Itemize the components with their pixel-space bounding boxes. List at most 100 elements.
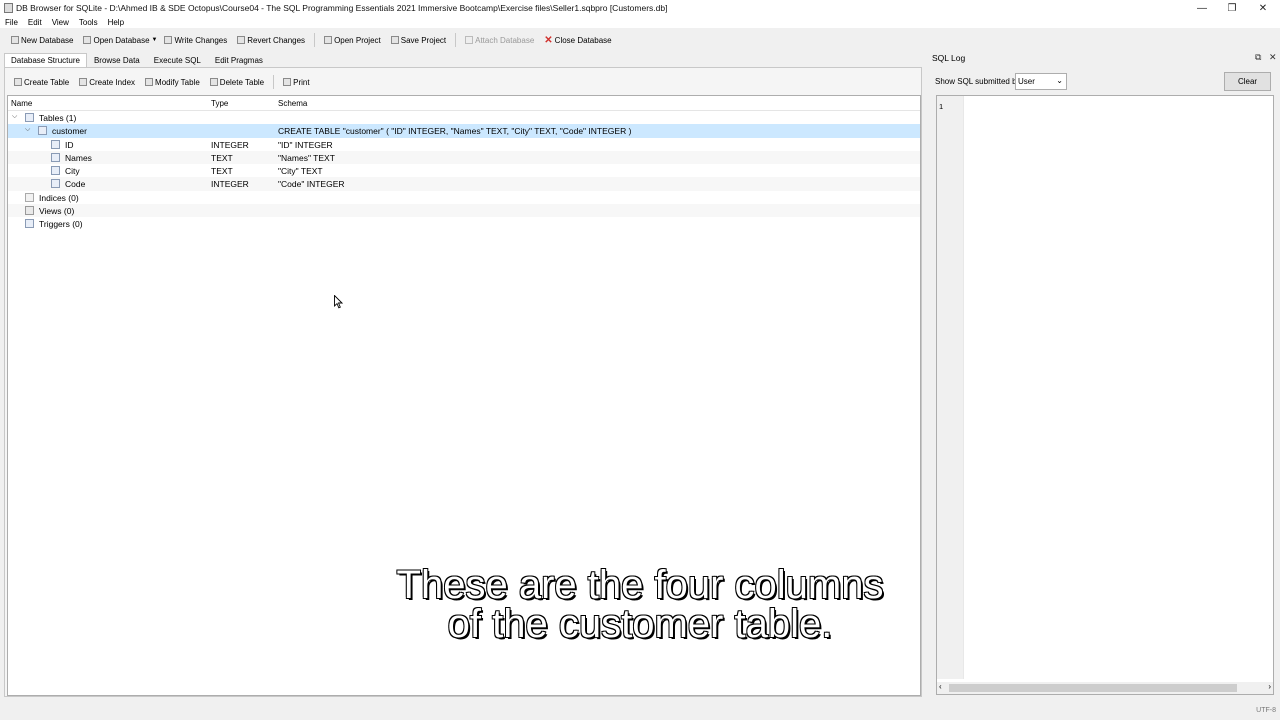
- column-header-schema[interactable]: Schema: [278, 99, 307, 108]
- tree-row-column[interactable]: Names TEXT "Names" TEXT: [8, 150, 920, 165]
- tab-database-structure[interactable]: Database Structure: [4, 53, 87, 67]
- subtitle-line: These are the four columns: [396, 563, 884, 607]
- scrollbar-thumb[interactable]: [949, 684, 1237, 692]
- open-project-label: Open Project: [334, 35, 381, 45]
- new-database-label: New Database: [21, 35, 74, 45]
- attach-database-label: Attach Database: [475, 35, 535, 45]
- tree-row-customer[interactable]: ⌵ customer CREATE TABLE "customer" ( "ID…: [8, 124, 920, 138]
- close-database-button[interactable]: ✕ Close Database: [539, 31, 616, 49]
- sql-log-title: SQL Log: [932, 53, 966, 63]
- column-type: TEXT: [211, 152, 233, 163]
- write-changes-label: Write Changes: [174, 35, 228, 45]
- tree-row-views[interactable]: Views (0): [8, 204, 920, 218]
- column-schema: "Names" TEXT: [278, 152, 335, 163]
- modify-table-icon: [145, 78, 154, 86]
- tables-group-label: Tables (1): [39, 113, 77, 123]
- open-database-icon: [83, 36, 92, 44]
- column-type: TEXT: [211, 166, 233, 177]
- open-project-button[interactable]: Open Project: [319, 31, 386, 49]
- print-button[interactable]: Print: [278, 73, 314, 91]
- write-changes-button[interactable]: Write Changes: [159, 31, 232, 49]
- toolbar-separator: [273, 75, 275, 89]
- column-icon: [51, 139, 60, 149]
- menu-edit[interactable]: Edit: [23, 18, 47, 27]
- tree-row-tables[interactable]: ⌵ Tables (1): [8, 111, 920, 124]
- sql-log-editor[interactable]: 1 ‹ ›: [936, 95, 1274, 695]
- column-schema: "City" TEXT: [278, 166, 323, 177]
- modify-table-button[interactable]: Modify Table: [140, 73, 205, 91]
- save-project-label: Save Project: [400, 35, 447, 45]
- collapse-arrow-icon[interactable]: ⌵: [25, 126, 30, 134]
- scroll-right-icon[interactable]: ›: [1268, 682, 1271, 691]
- column-header-type[interactable]: Type: [211, 99, 228, 108]
- indices-group-label: Indices (0): [39, 192, 79, 203]
- open-project-icon: [324, 36, 333, 44]
- create-index-icon: [79, 78, 88, 86]
- tab-browse-data[interactable]: Browse Data: [87, 53, 147, 67]
- column-icon: [51, 166, 60, 176]
- show-sql-value: User: [1018, 77, 1035, 86]
- column-icon: [51, 152, 60, 162]
- menu-help[interactable]: Help: [103, 18, 129, 27]
- column-name: Names: [65, 152, 92, 163]
- revert-changes-button[interactable]: Revert Changes: [232, 31, 310, 49]
- column-name: City: [65, 166, 80, 177]
- create-index-button[interactable]: Create Index: [74, 73, 140, 91]
- menu-file[interactable]: File: [0, 18, 23, 27]
- float-panel-icon[interactable]: ⧉: [1255, 52, 1261, 63]
- open-database-dropdown-icon[interactable]: ▼: [152, 37, 158, 43]
- toolbar-separator: [455, 33, 457, 47]
- tree-row-column[interactable]: Code INTEGER "Code" INTEGER: [8, 177, 920, 191]
- status-encoding: UTF-8: [1256, 707, 1276, 714]
- save-project-icon: [390, 36, 399, 44]
- restore-button[interactable]: ❐: [1217, 0, 1247, 16]
- show-sql-select[interactable]: User ⌄: [1015, 73, 1067, 90]
- collapse-arrow-icon[interactable]: ⌵: [12, 113, 17, 121]
- create-table-button[interactable]: Create Table: [9, 73, 74, 91]
- delete-table-button[interactable]: Delete Table: [205, 73, 269, 91]
- menu-bar: File Edit View Tools Help: [0, 16, 1280, 28]
- tables-icon: [25, 113, 34, 122]
- window-title: DB Browser for SQLite - D:\Ahmed IB & SD…: [16, 3, 668, 13]
- table-name: customer: [52, 126, 87, 137]
- menu-view[interactable]: View: [47, 18, 74, 27]
- tree-row-indices[interactable]: Indices (0): [8, 191, 920, 204]
- horizontal-scrollbar[interactable]: ‹ ›: [937, 682, 1273, 694]
- column-type: INTEGER: [211, 179, 249, 190]
- column-header-name[interactable]: Name: [11, 99, 32, 108]
- video-subtitle: These are the four columns of the custom…: [300, 563, 980, 645]
- scroll-left-icon[interactable]: ‹: [939, 682, 942, 691]
- open-database-button[interactable]: Open Database: [78, 31, 154, 49]
- tree-row-column[interactable]: ID INTEGER "ID" INTEGER: [8, 138, 920, 151]
- structure-toolbar: Create Table Create Index Modify Table D…: [9, 73, 315, 91]
- create-index-label: Create Index: [89, 77, 136, 87]
- indices-icon: [25, 192, 34, 202]
- views-group-label: Views (0): [39, 206, 75, 217]
- tab-edit-pragmas[interactable]: Edit Pragmas: [208, 53, 270, 67]
- clear-button[interactable]: Clear: [1224, 72, 1271, 91]
- save-project-button[interactable]: Save Project: [386, 31, 451, 49]
- revert-changes-label: Revert Changes: [247, 35, 306, 45]
- delete-table-icon: [209, 78, 218, 86]
- sql-log-panel: SQL Log ⧉ ✕ Show SQL submitted by User ⌄…: [930, 51, 1280, 699]
- line-number: 1: [939, 102, 944, 111]
- attach-database-button[interactable]: Attach Database: [460, 31, 539, 49]
- column-name: ID: [65, 139, 74, 150]
- main-tabs: Database Structure Browse Data Execute S…: [4, 53, 270, 67]
- triggers-group-label: Triggers (0): [39, 219, 83, 230]
- close-window-button[interactable]: ✕: [1248, 0, 1278, 16]
- new-database-button[interactable]: New Database: [6, 31, 78, 49]
- minimize-button[interactable]: —: [1187, 0, 1217, 16]
- close-panel-icon[interactable]: ✕: [1269, 52, 1277, 63]
- toolbar-separator: [314, 33, 316, 47]
- triggers-icon: [25, 219, 34, 229]
- menu-tools[interactable]: Tools: [74, 18, 103, 27]
- create-table-icon: [14, 78, 22, 86]
- open-database-label: Open Database: [93, 35, 150, 45]
- tree-row-column[interactable]: City TEXT "City" TEXT: [8, 164, 920, 177]
- attach-database-icon: [465, 36, 474, 44]
- app-icon: [4, 3, 13, 13]
- tab-execute-sql[interactable]: Execute SQL: [147, 53, 208, 67]
- tree-row-triggers[interactable]: Triggers (0): [8, 217, 920, 230]
- show-sql-label: Show SQL submitted by: [935, 77, 1021, 86]
